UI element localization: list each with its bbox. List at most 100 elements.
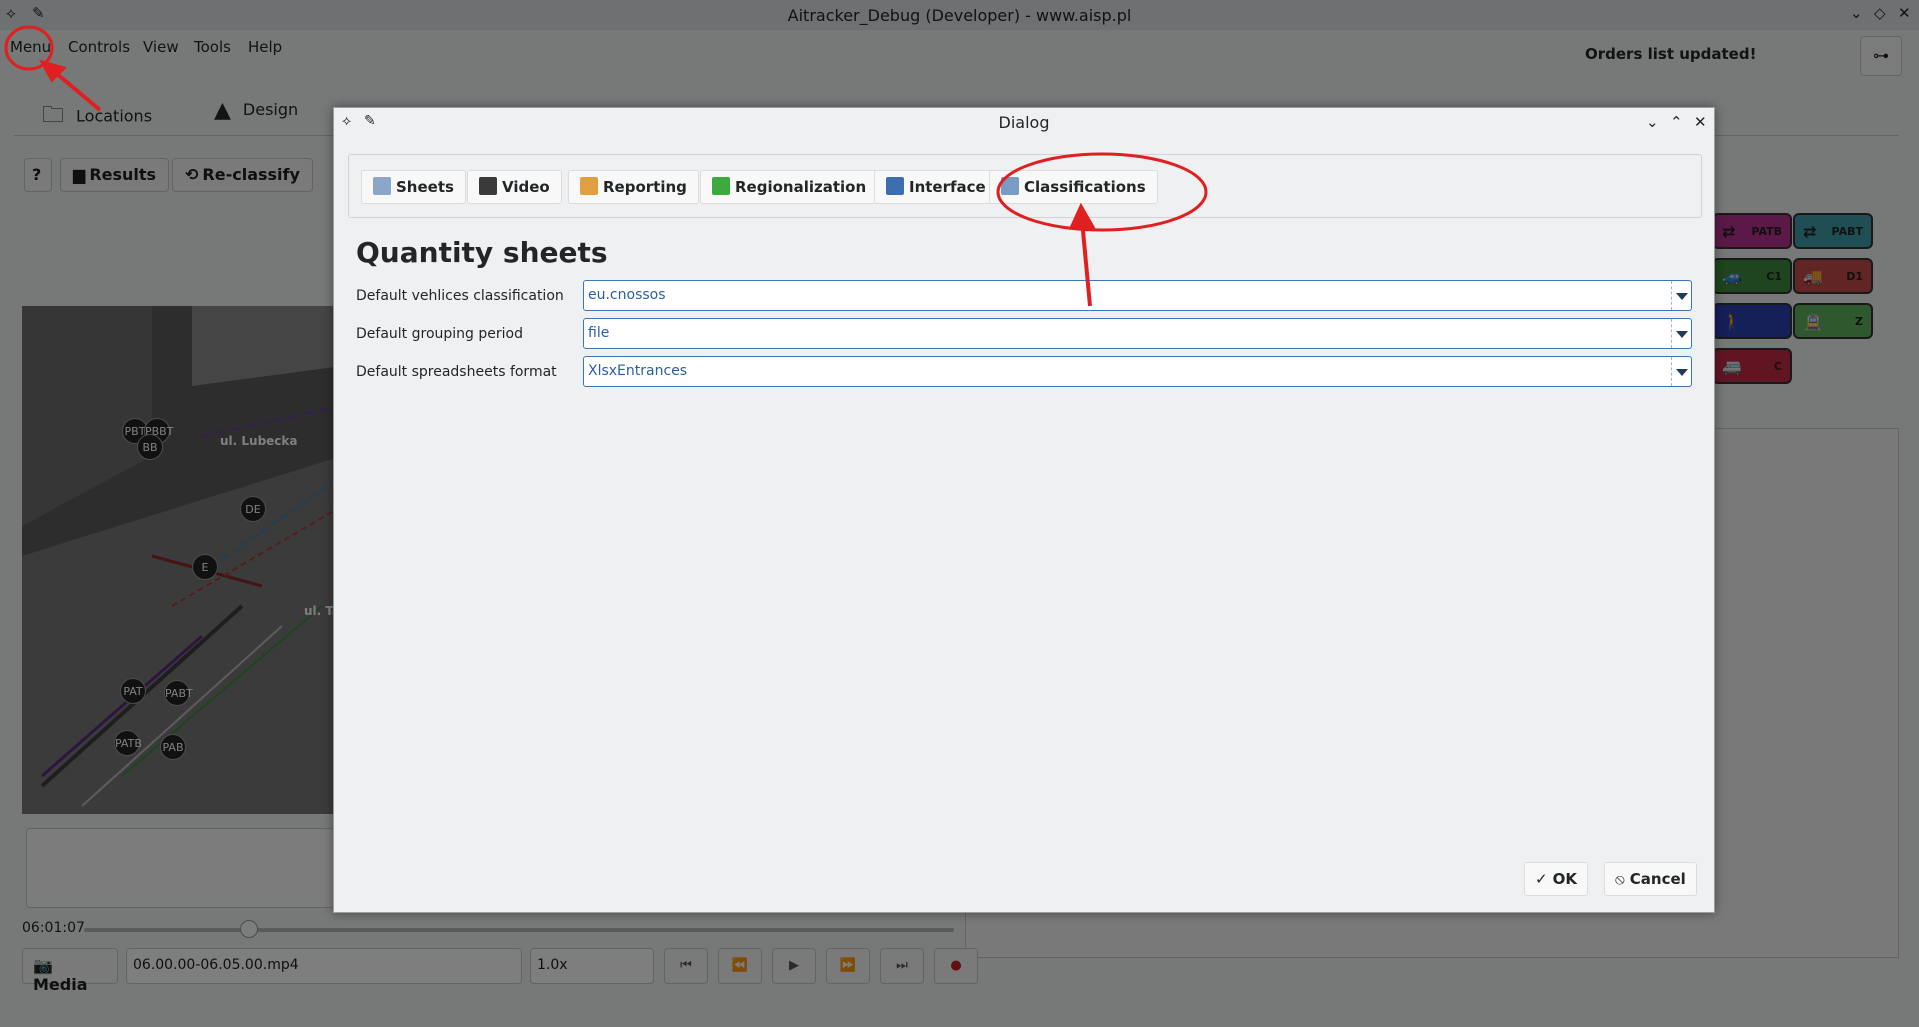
select-value: file	[588, 325, 610, 341]
media-file-select[interactable]: 06.00.00-06.05.00.mp4	[126, 948, 522, 984]
status-message: Orders list updated!	[1585, 45, 1757, 63]
tab-label: Classifications	[1024, 178, 1146, 196]
field-label: Default spreadsheets format	[356, 364, 557, 380]
ok-button[interactable]: ✓ OK	[1524, 862, 1588, 896]
road-icon: ▲	[214, 98, 231, 123]
tab-locations-label: Locations	[76, 106, 153, 126]
reclassify-icon: ⟲	[185, 165, 199, 184]
select-value: eu.cnossos	[588, 287, 666, 303]
skip-start-button[interactable]: ⏮	[664, 948, 708, 984]
class-tile[interactable]: 🚶	[1712, 303, 1792, 339]
skip-end-icon: ⏭	[896, 958, 908, 973]
class-tile[interactable]: 🚙 C1	[1712, 258, 1792, 294]
class-tile-label: PATB	[1751, 225, 1782, 238]
nodes-icon: ⊶	[1873, 46, 1889, 65]
video-node[interactable]: PAB	[160, 734, 186, 760]
tab-label: Sheets	[396, 178, 454, 196]
video-node[interactable]: E	[192, 554, 218, 580]
tab-sheets[interactable]: Sheets	[361, 170, 466, 204]
speed-value: 1.0x	[537, 957, 568, 973]
tab-label: Regionalization	[735, 178, 867, 196]
play-button[interactable]: ▶	[772, 948, 816, 984]
class-tile[interactable]: ⇄ PATB	[1712, 213, 1792, 249]
dialog-titlebar: ⟡ ✎ Dialog ⌄ ⌃ ✕	[334, 108, 1714, 138]
playback-slider-handle[interactable]	[240, 920, 259, 938]
swap-icon: ⇄	[1722, 222, 1736, 241]
chevron-down-icon[interactable]	[1671, 319, 1691, 348]
media-button[interactable]: 📷 Media	[22, 948, 118, 994]
menu-help[interactable]: Help	[248, 38, 282, 56]
minimize-icon[interactable]: ⌄	[1646, 113, 1659, 131]
ok-button-label: OK	[1552, 870, 1577, 888]
van-icon: 🚐	[1722, 357, 1742, 376]
interface-icon	[886, 177, 904, 195]
camera-icon: 📷	[33, 956, 53, 975]
player-controls: 📷 Media 06.00.00-06.05.00.mp4 1.0x ⏮ ⏪ ▶…	[22, 948, 1082, 994]
class-tile[interactable]: ⇄ PABT	[1793, 213, 1873, 249]
fast-forward-icon: ⏩	[839, 958, 857, 973]
class-tile[interactable]: 🚚 D1	[1793, 258, 1873, 294]
tab-classifications[interactable]: Classifications	[989, 170, 1158, 204]
maximize-icon[interactable]: ⌃	[1670, 113, 1683, 131]
chevron-down-icon[interactable]	[1671, 357, 1691, 386]
class-tile[interactable]: 🚐 C	[1712, 348, 1792, 384]
cancel-button-label: Cancel	[1629, 870, 1686, 888]
grouping-period-select[interactable]: file	[583, 318, 1692, 349]
media-file-value: 06.00.00-06.05.00.mp4	[133, 957, 299, 973]
record-button[interactable]: ●	[934, 948, 978, 984]
tab-label: Video	[502, 178, 550, 196]
fast-forward-button[interactable]: ⏩	[826, 948, 870, 984]
menu-controls[interactable]: Controls	[68, 38, 130, 56]
tab-locations[interactable]: 🗀 Locations	[24, 86, 170, 136]
tab-reporting[interactable]: Reporting	[568, 170, 699, 204]
video-node[interactable]: PATB	[114, 730, 142, 756]
minimize-icon[interactable]: ⌄	[1850, 4, 1863, 22]
checkmark-icon: ✓	[1535, 870, 1548, 888]
folder-icon: 🗀	[42, 103, 65, 128]
spreadsheets-format-select[interactable]: XlsxEntrances	[583, 356, 1692, 387]
video-node[interactable]: BB	[137, 434, 163, 460]
close-icon[interactable]: ✕	[1694, 113, 1707, 131]
menu-menu[interactable]: Menu	[10, 38, 51, 56]
video-node[interactable]: DE	[240, 496, 266, 522]
pedestrian-icon: 🚶	[1722, 312, 1742, 331]
results-button-label: Results	[89, 165, 157, 184]
class-tile-label: C1	[1766, 270, 1782, 283]
vehicles-classification-select[interactable]: eu.cnossos	[583, 280, 1692, 311]
tab-video[interactable]: Video	[467, 170, 562, 204]
menu-view[interactable]: View	[143, 38, 179, 56]
reclassify-button[interactable]: ⟲ Re-classify	[172, 158, 313, 192]
rewind-icon: ⏪	[731, 958, 749, 973]
playback-time: 06:01:07	[22, 920, 85, 936]
media-button-label: Media	[33, 975, 88, 994]
speed-select[interactable]: 1.0x	[530, 948, 654, 984]
sync-button[interactable]: ⊶	[1860, 36, 1902, 76]
select-value: XlsxEntrances	[588, 363, 688, 379]
tab-label: Interface	[909, 178, 986, 196]
rewind-button[interactable]: ⏪	[718, 948, 762, 984]
cancel-button[interactable]: ⦸ Cancel	[1604, 862, 1697, 896]
tab-design[interactable]: ▲ Design	[196, 86, 316, 136]
help-button[interactable]: ?	[24, 158, 52, 192]
video-frame[interactable]: ul. Lubecka ul. Ta PBT PBBT BB DE E PAT …	[22, 306, 342, 814]
chevron-down-icon[interactable]	[1671, 281, 1691, 310]
close-icon[interactable]: ✕	[1898, 4, 1911, 22]
tab-label: Reporting	[603, 178, 687, 196]
field-label: Default vehlices classification	[356, 288, 564, 304]
class-tile[interactable]: 🚊 Z	[1793, 303, 1873, 339]
tab-interface[interactable]: Interface	[874, 170, 998, 204]
playback-slider[interactable]	[84, 928, 954, 932]
class-tile-label: C	[1773, 360, 1782, 373]
folder-icon: ▆	[73, 165, 86, 184]
video-node[interactable]: PAT	[120, 678, 146, 704]
tram-icon: 🚊	[1803, 312, 1823, 331]
video-node[interactable]: PABT	[164, 680, 193, 706]
results-button[interactable]: ▆ Results	[60, 158, 170, 192]
dialog-title: Dialog	[998, 113, 1050, 132]
menu-tools[interactable]: Tools	[194, 38, 231, 56]
skip-end-button[interactable]: ⏭	[880, 948, 924, 984]
maximize-icon[interactable]: ◇	[1874, 4, 1886, 22]
swap-icon: ⇄	[1803, 222, 1817, 241]
tab-regionalization[interactable]: Regionalization	[700, 170, 879, 204]
street-label: ul. Lubecka	[220, 434, 298, 448]
